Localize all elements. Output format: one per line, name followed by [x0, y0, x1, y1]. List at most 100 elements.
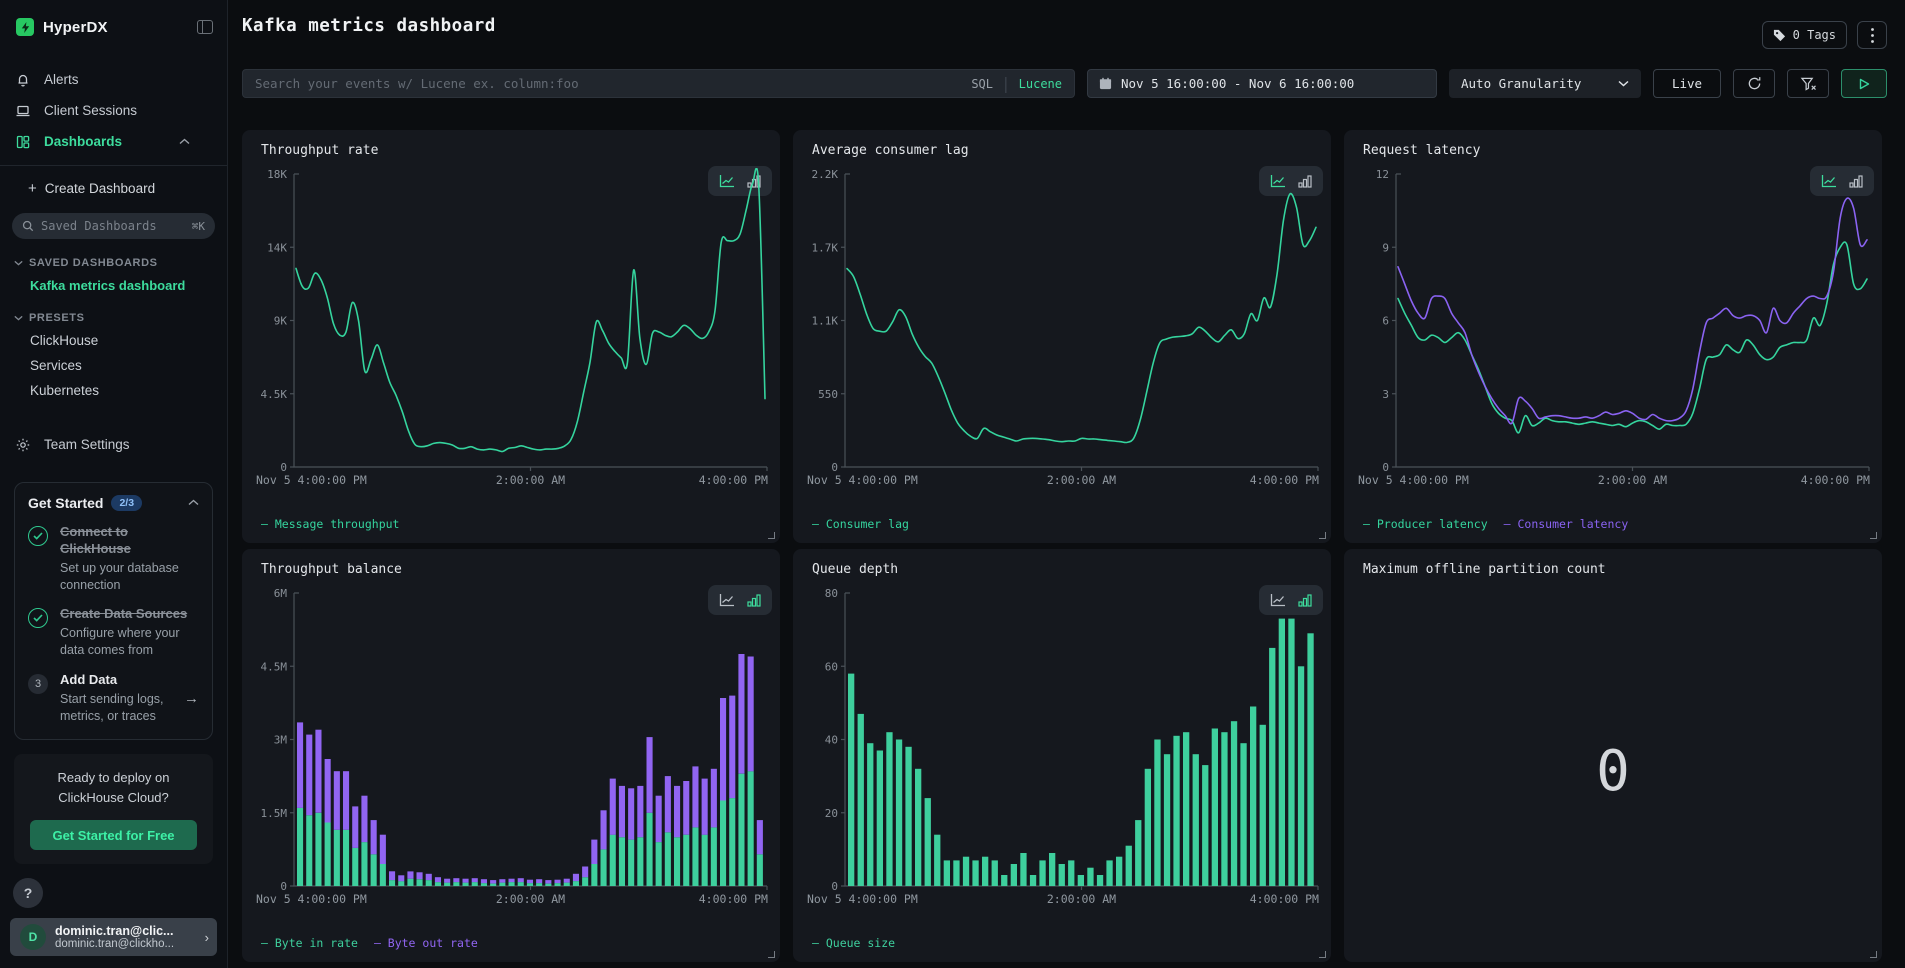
chevron-up-icon — [179, 138, 190, 145]
granularity-select[interactable]: Auto Granularity — [1449, 69, 1641, 98]
event-search-input[interactable]: Search your events w/ Lucene ex. column:… — [242, 69, 1075, 98]
legend-item[interactable]: — Producer latency — [1363, 517, 1488, 531]
resize-handle[interactable] — [1870, 951, 1877, 958]
svg-text:2:00:00 AM: 2:00:00 AM — [496, 892, 565, 906]
saved-dashboards-search[interactable]: Saved Dashboards ⌘K — [12, 213, 215, 239]
legend-item[interactable]: — Consumer latency — [1504, 517, 1629, 531]
chevron-down-icon — [14, 315, 23, 321]
chart-legend[interactable]: — Message throughput — [261, 517, 399, 531]
chart-panel-request-latency: Request latency 129630Nov 5 4:00:00 PM2:… — [1344, 130, 1882, 543]
live-button[interactable]: Live — [1653, 69, 1721, 98]
chart-legend[interactable]: — Byte in rate — Byte out rate — [261, 936, 478, 950]
step-connect-clickhouse[interactable]: Connect to ClickHouse Set up your databa… — [28, 524, 199, 594]
sql-mode-toggle[interactable]: SQL — [971, 77, 993, 91]
avatar: D — [20, 924, 46, 950]
run-query-button[interactable] — [1841, 69, 1887, 98]
svg-text:2.2K: 2.2K — [812, 168, 839, 181]
check-circle-icon — [28, 608, 48, 628]
page-title: Kafka metrics dashboard — [242, 16, 496, 36]
resize-handle[interactable] — [768, 532, 775, 539]
svg-text:80: 80 — [825, 587, 838, 600]
chevron-up-icon[interactable] — [188, 499, 199, 506]
legend-item[interactable]: — Byte in rate — [261, 936, 358, 950]
svg-text:9: 9 — [1382, 241, 1389, 254]
laptop-icon — [15, 103, 31, 119]
sidebar-item-kubernetes[interactable]: Kubernetes — [0, 378, 227, 403]
step-create-data-sources[interactable]: Create Data Sources Configure where your… — [28, 606, 199, 659]
chart-title: Maximum offline partition count — [1363, 562, 1606, 577]
section-saved-dashboards[interactable]: SAVED DASHBOARDS — [0, 243, 227, 273]
dashboards-icon — [15, 134, 31, 150]
chart-plot[interactable]: 6M4.5M3M1.5M0Nov 5 4:00:00 PM2:00:00 AM4… — [254, 587, 770, 908]
user-email: dominic.tran@clickho... — [55, 938, 201, 950]
legend-item[interactable]: — Message throughput — [261, 517, 399, 531]
sidebar: HyperDX Alerts Client Sessions Dashboard… — [0, 0, 228, 968]
resize-handle[interactable] — [768, 951, 775, 958]
svg-text:4:00:00 PM: 4:00:00 PM — [1250, 892, 1319, 906]
svg-text:18K: 18K — [267, 168, 287, 181]
svg-text:20: 20 — [825, 807, 838, 820]
get-started-free-button[interactable]: Get Started for Free — [30, 820, 197, 850]
step-add-data[interactable]: 3 Add Data Start sending logs, metrics, … — [28, 672, 199, 725]
nav-label: Client Sessions — [44, 103, 137, 118]
svg-text:6: 6 — [1382, 315, 1389, 328]
lucene-mode-toggle[interactable]: Lucene — [1019, 77, 1062, 91]
chart-panel-max-offline-partition-count: Maximum offline partition count 0 — [1344, 549, 1882, 962]
tags-button[interactable]: 0 Tags — [1762, 21, 1847, 49]
chart-legend[interactable]: — Producer latency — Consumer latency — [1363, 517, 1628, 531]
sidebar-item-alerts[interactable]: Alerts — [0, 64, 227, 95]
refresh-icon — [1747, 76, 1762, 91]
sidebar-item-client-sessions[interactable]: Client Sessions — [0, 95, 227, 126]
nav-label: Alerts — [44, 72, 79, 87]
sidebar-item-team-settings[interactable]: Team Settings — [0, 429, 227, 460]
chart-title: Average consumer lag — [812, 143, 969, 158]
play-icon — [1859, 78, 1870, 90]
kebab-icon — [1871, 28, 1874, 43]
help-button[interactable]: ? — [13, 878, 43, 908]
sidebar-item-clickhouse[interactable]: ClickHouse — [0, 328, 227, 353]
cloud-promo-line2: ClickHouse Cloud? — [30, 788, 197, 808]
svg-text:6M: 6M — [274, 587, 288, 600]
user-menu[interactable]: D dominic.tran@clic... dominic.tran@clic… — [10, 918, 217, 956]
legend-item[interactable]: — Consumer lag — [812, 517, 909, 531]
sidebar-item-dashboards[interactable]: Dashboards — [0, 126, 227, 157]
logo-row: HyperDX — [0, 0, 227, 46]
section-presets[interactable]: PRESETS — [0, 298, 227, 328]
dashboard-grid: Throughput rate 18K14K9K4.5K0Nov 5 4:00:… — [242, 130, 1882, 962]
refresh-button[interactable] — [1733, 69, 1775, 98]
svg-text:3M: 3M — [274, 734, 288, 747]
step-number-badge: 3 — [28, 674, 48, 694]
date-range-value: Nov 5 16:00:00 - Nov 6 16:00:00 — [1121, 76, 1354, 91]
chart-plot[interactable]: 2.2K1.7K1.1K5500Nov 5 4:00:00 PM2:00:00 … — [805, 168, 1321, 489]
chart-plot[interactable]: 806040200Nov 5 4:00:00 PM2:00:00 AM4:00:… — [805, 587, 1321, 908]
metric-value: 0 — [1344, 739, 1882, 804]
legend-item[interactable]: — Queue size — [812, 936, 895, 950]
main-content: Kafka metrics dashboard 0 Tags Search yo… — [228, 0, 1905, 968]
chart-legend[interactable]: — Queue size — [812, 936, 895, 950]
get-started-card: Get Started 2/3 Connect to ClickHouse Se… — [14, 482, 213, 740]
chart-plot[interactable]: 129630Nov 5 4:00:00 PM2:00:00 AM4:00:00 … — [1356, 168, 1872, 489]
more-options-button[interactable] — [1857, 21, 1887, 49]
svg-text:2:00:00 AM: 2:00:00 AM — [1047, 892, 1116, 906]
chart-legend[interactable]: — Consumer lag — [812, 517, 909, 531]
sidebar-item-services[interactable]: Services — [0, 353, 227, 378]
sidebar-collapse-icon[interactable] — [197, 20, 213, 34]
svg-text:9K: 9K — [274, 315, 288, 328]
svg-text:4:00:00 PM: 4:00:00 PM — [699, 892, 768, 906]
svg-text:Nov 5 4:00:00 PM: Nov 5 4:00:00 PM — [256, 892, 367, 906]
chart-title: Throughput balance — [261, 562, 402, 577]
filter-button[interactable] — [1787, 69, 1829, 98]
date-range-picker[interactable]: Nov 5 16:00:00 - Nov 6 16:00:00 — [1087, 69, 1437, 98]
resize-handle[interactable] — [1319, 532, 1326, 539]
hyperdx-logo-icon — [16, 18, 34, 36]
chart-plot[interactable]: 18K14K9K4.5K0Nov 5 4:00:00 PM2:00:00 AM4… — [254, 168, 770, 489]
create-dashboard-button[interactable]: + Create Dashboard — [0, 176, 227, 201]
svg-text:1.1K: 1.1K — [812, 315, 839, 328]
sidebar-item-kafka-metrics-dashboard[interactable]: Kafka metrics dashboard — [0, 273, 227, 298]
resize-handle[interactable] — [1319, 951, 1326, 958]
resize-handle[interactable] — [1870, 532, 1877, 539]
bell-icon — [15, 72, 31, 88]
chart-panel-throughput-rate: Throughput rate 18K14K9K4.5K0Nov 5 4:00:… — [242, 130, 780, 543]
legend-item[interactable]: — Byte out rate — [374, 936, 478, 950]
step-desc: Configure where your data comes from — [60, 625, 199, 659]
